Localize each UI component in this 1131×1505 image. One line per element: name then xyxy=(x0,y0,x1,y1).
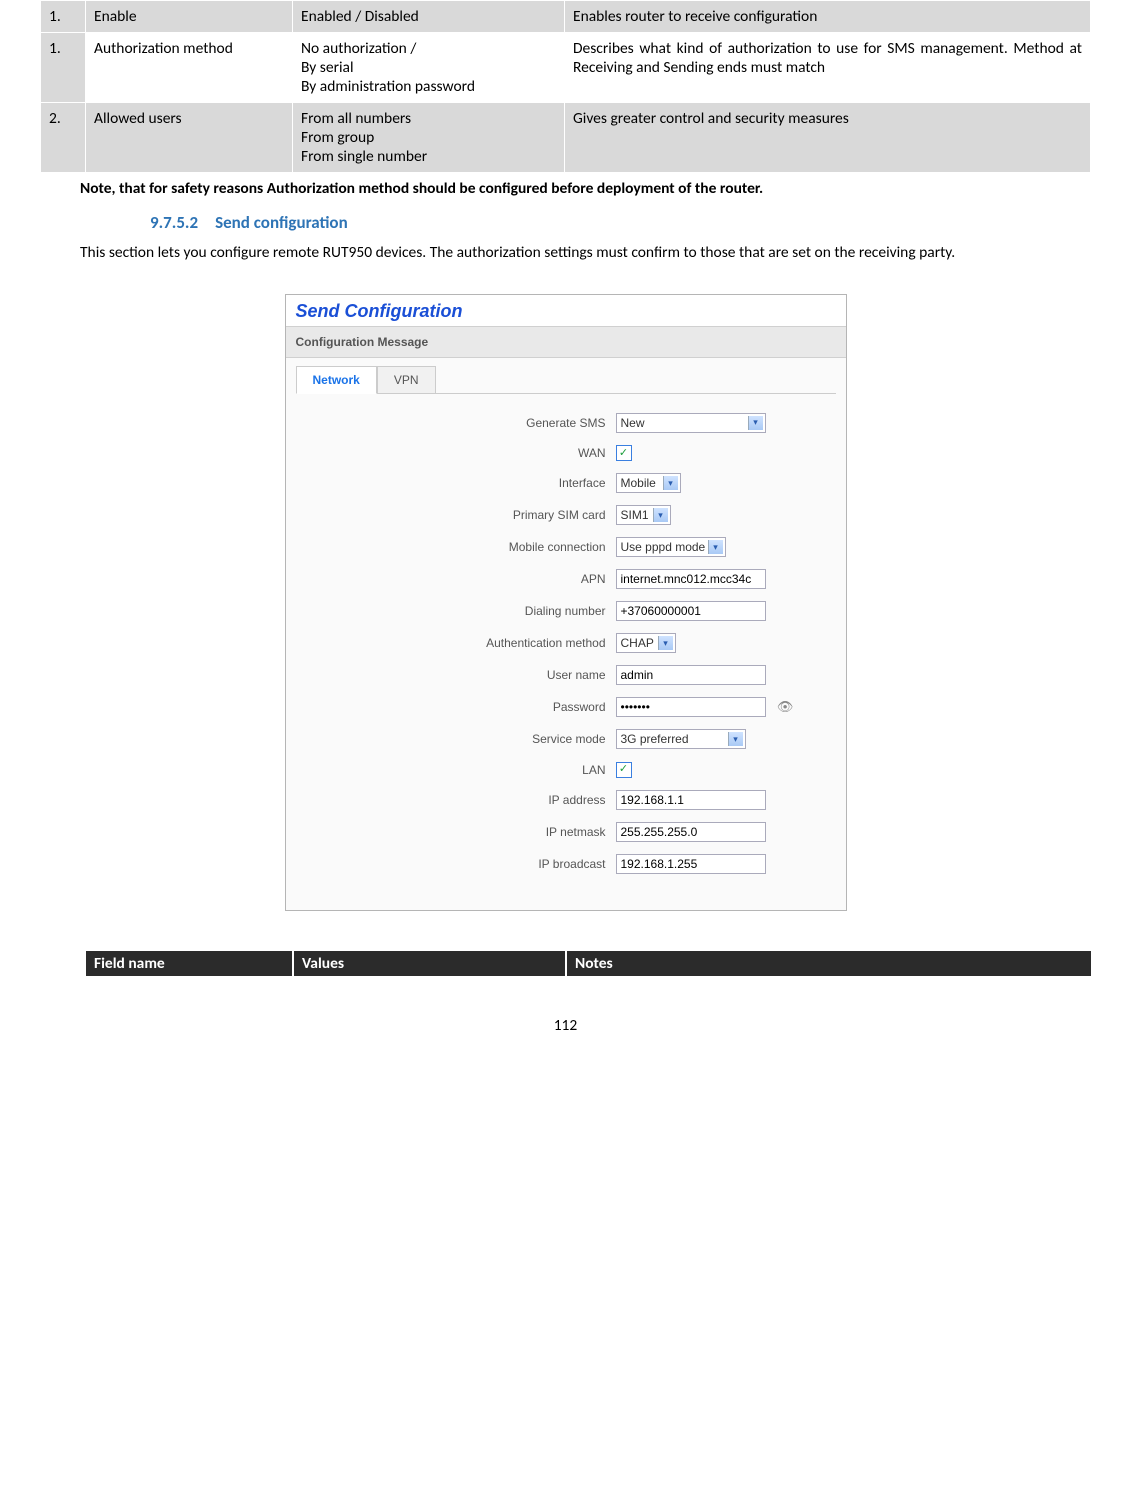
primary-sim-select[interactable]: SIM1 ▾ xyxy=(616,505,671,525)
apn-field[interactable] xyxy=(616,569,766,589)
tab-vpn[interactable]: VPN xyxy=(377,366,436,394)
footer-header-row: Field name Values Notes xyxy=(40,951,1091,976)
interface-select[interactable]: Mobile ▾ xyxy=(616,473,681,493)
select-value: 3G preferred xyxy=(621,732,689,746)
col-fieldname: Field name xyxy=(85,951,293,976)
select-value: CHAP xyxy=(621,636,654,650)
tab-network[interactable]: Network xyxy=(296,366,377,394)
ip-address-field[interactable] xyxy=(616,790,766,810)
values-cell: No authorization / By serial By administ… xyxy=(293,33,565,103)
select-value: Use pppd mode xyxy=(621,540,706,554)
label-password: Password xyxy=(296,700,616,714)
chevron-down-icon: ▾ xyxy=(748,416,763,430)
mobile-connection-select[interactable]: Use pppd mode ▾ xyxy=(616,537,726,557)
eye-icon[interactable]: 👁 xyxy=(777,699,794,715)
ip-broadcast-field[interactable] xyxy=(616,854,766,874)
values-cell: From all numbers From group From single … xyxy=(293,103,565,173)
col-values: Values xyxy=(293,951,566,976)
notes-cell: Gives greater control and security measu… xyxy=(565,103,1091,173)
values-cell: Enabled / Disabled xyxy=(293,1,565,33)
field-name: Authorization method xyxy=(86,33,293,103)
label-dialing-number: Dialing number xyxy=(296,604,616,618)
chevron-down-icon: ▾ xyxy=(658,636,673,650)
table-row: 1. Authorization method No authorization… xyxy=(41,33,1091,103)
select-value: Mobile xyxy=(621,476,656,490)
generate-sms-select[interactable]: New ▾ xyxy=(616,413,766,433)
label-mobile-connection: Mobile connection xyxy=(296,540,616,554)
dialing-number-field[interactable] xyxy=(616,601,766,621)
label-lan: LAN xyxy=(296,763,616,777)
label-service-mode: Service mode xyxy=(296,732,616,746)
chevron-down-icon: ▾ xyxy=(708,540,723,554)
field-name: Allowed users xyxy=(86,103,293,173)
col-notes: Notes xyxy=(566,951,1091,976)
auth-method-select[interactable]: CHAP ▾ xyxy=(616,633,676,653)
lan-checkbox[interactable]: ✓ xyxy=(616,762,632,778)
label-auth-method: Authentication method xyxy=(296,636,616,650)
select-value: New xyxy=(621,416,645,430)
ip-netmask-field[interactable] xyxy=(616,822,766,842)
label-generate-sms: Generate SMS xyxy=(296,416,616,430)
panel-title: Send Configuration xyxy=(286,295,846,327)
select-value: SIM1 xyxy=(621,508,649,522)
send-configuration-panel: Send Configuration Configuration Message… xyxy=(285,294,847,911)
label-username: User name xyxy=(296,668,616,682)
form-area: Generate SMS New ▾ WAN ✓ Interface xyxy=(286,395,846,910)
table-row: 2. Allowed users From all numbers From g… xyxy=(41,103,1091,173)
table-row: 1. Enable Enabled / Disabled Enables rou… xyxy=(41,1,1091,33)
empty-cell xyxy=(40,951,85,976)
row-number: 2. xyxy=(41,103,86,173)
panel-subheader: Configuration Message xyxy=(286,327,846,358)
label-interface: Interface xyxy=(296,476,616,490)
label-ip-netmask: IP netmask xyxy=(296,825,616,839)
username-field[interactable] xyxy=(616,665,766,685)
wan-checkbox[interactable]: ✓ xyxy=(616,445,632,461)
body-paragraph: This section lets you configure remote R… xyxy=(40,243,1091,264)
service-mode-select[interactable]: 3G preferred ▾ xyxy=(616,729,746,749)
section-heading: 9.7.5.2 Send configuration xyxy=(150,212,1091,233)
chevron-down-icon: ▾ xyxy=(663,476,678,490)
notes-cell: Enables router to receive configuration xyxy=(565,1,1091,33)
chevron-down-icon: ▾ xyxy=(728,732,743,746)
row-number: 1. xyxy=(41,33,86,103)
label-ip-address: IP address xyxy=(296,793,616,807)
page-number: 112 xyxy=(40,1016,1091,1035)
label-apn: APN xyxy=(296,572,616,586)
label-wan: WAN xyxy=(296,446,616,460)
label-primary-sim: Primary SIM card xyxy=(296,508,616,522)
label-ip-broadcast: IP broadcast xyxy=(296,857,616,871)
password-field[interactable] xyxy=(616,697,766,717)
notes-cell: Describes what kind of authorization to … xyxy=(565,33,1091,103)
field-name: Enable xyxy=(86,1,293,33)
parameter-table: 1. Enable Enabled / Disabled Enables rou… xyxy=(40,0,1091,173)
tab-bar: Network VPN xyxy=(286,358,846,394)
chevron-down-icon: ▾ xyxy=(653,508,668,522)
note-text: Note, that for safety reasons Authorizat… xyxy=(80,179,1091,198)
row-number: 1. xyxy=(41,1,86,33)
